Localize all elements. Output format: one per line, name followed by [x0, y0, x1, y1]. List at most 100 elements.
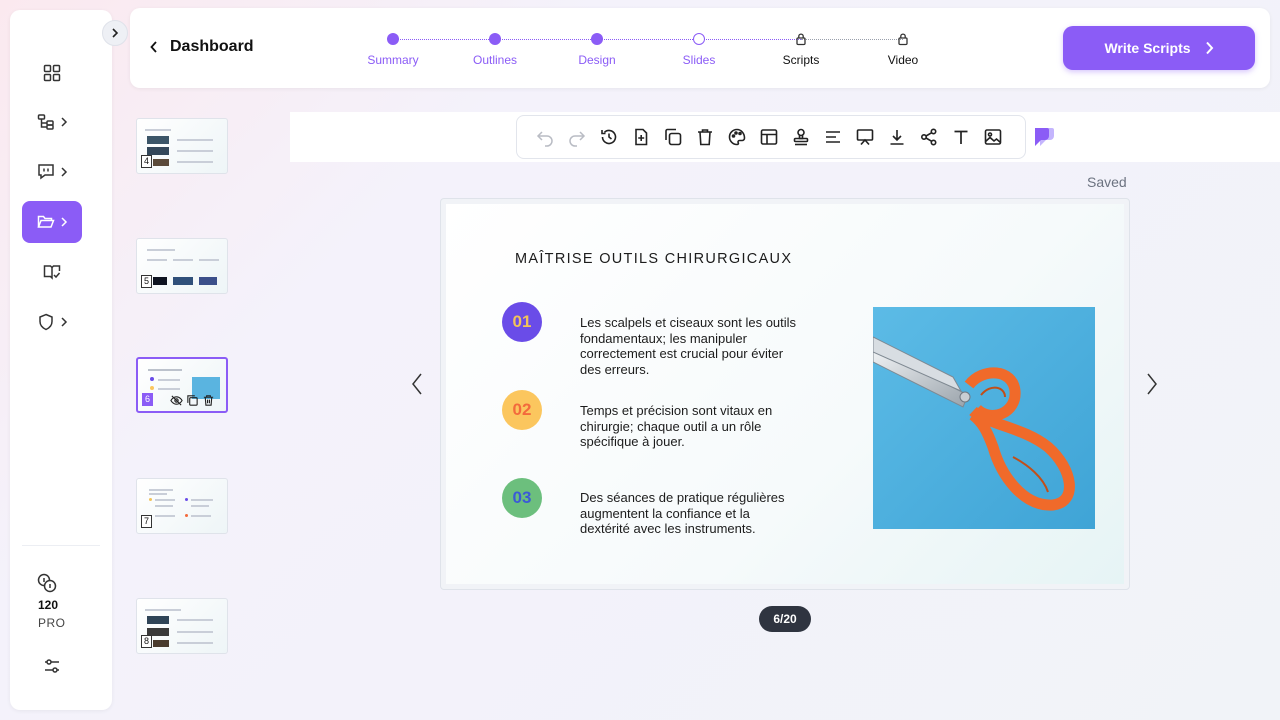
slide-thumbnail-8[interactable]: 8: [136, 598, 228, 654]
slide-title[interactable]: MAÎTRISE OUTILS CHIRURGICAUX: [515, 251, 792, 267]
download-button[interactable]: [885, 125, 909, 149]
step-scripts[interactable]: Scripts: [756, 32, 846, 67]
chat-icon: [38, 164, 54, 180]
theme-button[interactable]: [725, 125, 749, 149]
step-slides[interactable]: Slides: [654, 32, 744, 67]
duplicate-slide-button[interactable]: [661, 125, 685, 149]
sidebar-item-chat[interactable]: [22, 151, 82, 193]
point-number-2: 02: [502, 390, 542, 430]
present-button[interactable]: [853, 125, 877, 149]
redo-icon: [569, 131, 586, 147]
scissors-illustration: [873, 307, 1095, 529]
sidebar-collapse-button[interactable]: [102, 20, 128, 46]
align-icon: [826, 131, 840, 143]
history-button[interactable]: [597, 125, 621, 149]
chevron-right-icon: [112, 28, 119, 38]
left-sidebar: 120 PRO: [10, 10, 112, 710]
step-label: Video: [887, 53, 919, 67]
progress-stepper: Summary Outlines Design Slides Scripts V…: [366, 32, 926, 76]
slide-thumbnail-4[interactable]: 4: [136, 118, 228, 174]
lock-icon: [796, 33, 806, 46]
layout-icon: [760, 129, 778, 145]
plan-label: PRO: [38, 616, 66, 630]
sidebar-divider: [22, 545, 100, 546]
step-video[interactable]: Video: [858, 32, 948, 67]
text-icon: [954, 130, 968, 144]
text-button[interactable]: [949, 125, 973, 149]
undo-button[interactable]: [533, 125, 557, 149]
step-design[interactable]: Design: [552, 32, 642, 67]
scissors-image[interactable]: [873, 307, 1095, 529]
image-button[interactable]: [981, 125, 1005, 149]
sidebar-item-structure[interactable]: [22, 101, 82, 143]
share-button[interactable]: [917, 125, 941, 149]
eye-off-icon[interactable]: [170, 394, 183, 407]
chevron-right-icon: [61, 317, 68, 327]
back-label: Dashboard: [170, 38, 254, 55]
top-bar: Dashboard Summary Outlines Design Slides…: [130, 8, 1270, 88]
sidebar-item-security[interactable]: [22, 301, 82, 343]
point-number-3: 03: [502, 478, 542, 518]
point-number-1: 01: [502, 302, 542, 342]
stamp-icon: [793, 128, 809, 146]
stamp-button[interactable]: [789, 125, 813, 149]
write-scripts-button[interactable]: Write Scripts: [1063, 26, 1255, 70]
slide-counter: 6/20: [759, 606, 811, 632]
point-text-1[interactable]: Les scalpels et ciseaux sont les outils …: [580, 315, 800, 377]
image-icon: [984, 129, 1002, 145]
step-done-dot: [591, 33, 603, 45]
lock-icon: [898, 33, 908, 46]
slide-thumbnail-7[interactable]: 7: [136, 478, 228, 534]
align-button[interactable]: [821, 125, 845, 149]
redo-button[interactable]: [565, 125, 589, 149]
step-current-dot: [693, 33, 705, 45]
write-scripts-label: Write Scripts: [1104, 40, 1191, 56]
chevron-right-icon: [1205, 41, 1213, 55]
step-label: Slides: [682, 53, 716, 67]
step-done-dot: [387, 33, 399, 45]
sidebar-item-dashboard[interactable]: [22, 52, 82, 94]
slide-canvas[interactable]: MAÎTRISE OUTILS CHIRURGICAUX 01 Les scal…: [446, 204, 1124, 584]
point-text-3[interactable]: Des séances de pratique régulières augme…: [580, 490, 800, 537]
present-icon: [856, 129, 874, 146]
next-slide-icon[interactable]: [1146, 372, 1158, 396]
trash-icon[interactable]: [202, 394, 215, 407]
sidebar-item-projects[interactable]: [22, 201, 82, 243]
back-to-dashboard[interactable]: Dashboard: [150, 38, 254, 56]
step-summary[interactable]: Summary: [348, 32, 438, 67]
thumbnail-number: 6: [142, 393, 153, 406]
step-label: Design: [578, 53, 616, 67]
chevron-right-icon: [61, 217, 68, 227]
step-label: Summary: [367, 53, 419, 67]
thumbnail-number: 5: [141, 275, 152, 288]
chevron-right-icon: [61, 117, 68, 127]
palette-icon: [728, 128, 746, 146]
duplicate-icon[interactable]: [186, 394, 199, 407]
book-check-icon: [43, 265, 61, 280]
thumbnail-number: 7: [141, 515, 152, 528]
step-outlines[interactable]: Outlines: [450, 32, 540, 67]
layout-button[interactable]: [757, 125, 781, 149]
chevron-left-icon: [150, 41, 157, 53]
history-icon: [601, 129, 617, 145]
sidebar-item-library[interactable]: [22, 251, 82, 293]
thumbnail-actions: [170, 394, 215, 407]
delete-icon: [698, 129, 712, 146]
duplicate-icon: [665, 128, 682, 146]
slide-thumbnail-6[interactable]: 6: [136, 357, 228, 413]
save-status: Saved: [1087, 174, 1127, 190]
credits-count: 120: [38, 598, 59, 612]
delete-slide-button[interactable]: [693, 125, 717, 149]
share-icon: [920, 128, 937, 146]
point-text-2[interactable]: Temps et précision sont vitaux en chirur…: [580, 403, 800, 450]
thumbnail-number: 8: [141, 635, 152, 648]
undo-icon: [536, 131, 553, 147]
tree-icon: [37, 114, 54, 130]
chevron-right-icon: [61, 167, 68, 177]
add-slide-button[interactable]: [629, 125, 653, 149]
previous-slide-icon[interactable]: [411, 372, 423, 396]
sliders-icon[interactable]: [42, 656, 62, 676]
slide-thumbnail-5[interactable]: 5: [136, 238, 228, 294]
grid-icon: [43, 64, 61, 82]
add-slide-icon: [635, 128, 648, 146]
